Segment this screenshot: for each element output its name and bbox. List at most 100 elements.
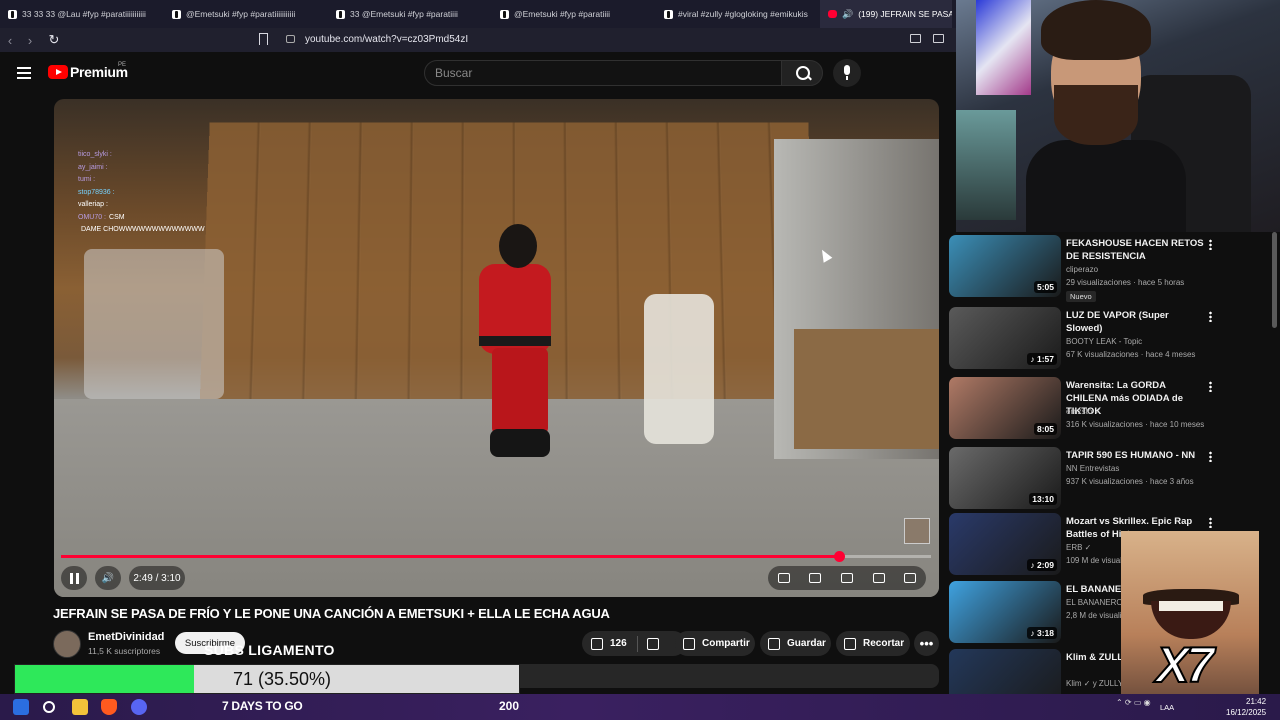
youtube-logo-icon[interactable] — [48, 65, 68, 79]
fullscreen-icon[interactable] — [904, 573, 916, 583]
youtube-header: Premium PE — [0, 52, 956, 96]
reload-icon[interactable]: ↻ — [44, 32, 64, 48]
save-label: Guardar — [787, 638, 826, 649]
browser-tab[interactable]: 33 33 33 @Lau #fyp #paratiiiiiiiiiii — [0, 0, 164, 28]
pause-button[interactable] — [61, 566, 87, 590]
recommendation-thumbnail[interactable]: 13:10 — [949, 447, 1061, 509]
share-icon — [683, 638, 695, 650]
browser-tab[interactable]: #viral #zully #glogloking #emikukis — [656, 0, 820, 28]
recommendation-item[interactable]: ♪ 1:57 LUZ DE VAPOR (Super Slowed) BOOTY L… — [949, 307, 1269, 371]
recommendation-channel[interactable]: cliperazo — [1066, 265, 1098, 274]
recommendation-meta: 29 visualizaciones · hace 5 horas — [1066, 278, 1184, 287]
recommendation-thumbnail[interactable]: 5:05 — [949, 235, 1061, 297]
browser-tab[interactable]: 33 @Emetsuki #fyp #paratiiii — [328, 0, 492, 28]
tiktok-icon — [664, 10, 673, 19]
screen: 33 33 33 @Lau #fyp #paratiiiiiiiiiii @Eme… — [0, 0, 1280, 720]
recommendation-channel[interactable]: ernzsto ✓ — [1066, 407, 1101, 416]
search-box — [424, 60, 782, 86]
recommendation-title[interactable]: FEKASHOUSE HACEN RETOS DE RESISTENCIA — [1066, 237, 1206, 263]
webcam-shelf — [956, 110, 1016, 220]
time-display: 2:49 / 3:10 — [129, 566, 185, 590]
more-actions-button[interactable]: ••• — [914, 631, 939, 656]
chat-username: valleriap : — [78, 201, 108, 208]
video-duration: ♪ 2:09 — [1027, 559, 1057, 571]
seek-bar-handle[interactable] — [834, 551, 845, 562]
thumbs-up-icon[interactable] — [591, 638, 603, 650]
subtitles-icon[interactable] — [809, 573, 821, 583]
browser-tab[interactable]: @Emetsuki #fyp #paratiiii — [492, 0, 656, 28]
more-options-icon[interactable] — [1209, 381, 1212, 392]
miniplayer-icon[interactable] — [873, 573, 885, 583]
browser-tab[interactable]: 🔊 (199) JEFRAIN SE PASA DE F — [820, 0, 952, 28]
bookmark-icon[interactable] — [259, 33, 268, 45]
share-button[interactable]: Compartir — [675, 631, 755, 656]
search-icon[interactable] — [781, 60, 823, 86]
channel-watermark[interactable] — [904, 518, 930, 544]
recommendation-title[interactable]: LUZ DE VAPOR (Super Slowed) — [1066, 309, 1206, 335]
keyboard-language[interactable]: LAA — [1160, 703, 1174, 712]
recommendation-channel[interactable]: ERB ✓ — [1066, 543, 1091, 552]
laughing-meme-overlay: X7 — [1121, 531, 1259, 704]
like-dislike-group: 126 — [582, 631, 686, 656]
file-explorer-icon[interactable] — [72, 699, 88, 715]
chat-message: tumi : — [78, 174, 205, 187]
thumbs-down-icon[interactable] — [647, 638, 659, 650]
recommendation-item[interactable]: 8:05 Warensita: La GORDA CHILENA más ODIA… — [949, 377, 1269, 441]
recommendation-channel[interactable]: BOOTY LEAK - Topic — [1066, 337, 1142, 346]
recommendation-channel[interactable]: NN Entrevistas — [1066, 464, 1119, 473]
tab-audio-icon[interactable]: 🔊 — [842, 9, 853, 20]
chat-username: OMU70 : — [78, 214, 106, 221]
tiktok-icon — [172, 10, 181, 19]
channel-avatar[interactable] — [53, 630, 81, 658]
video-duration: 5:05 — [1034, 281, 1057, 293]
person-head — [499, 224, 537, 268]
autoplay-toggle-icon[interactable] — [778, 573, 790, 583]
browser-nav-bar: ‹ › ↻ youtube.com/watch?v=cz03Pmd54zI — [0, 28, 956, 52]
recommendation-thumbnail[interactable]: ♪ 1:57 — [949, 307, 1061, 369]
forward-icon[interactable]: › — [20, 33, 40, 48]
share-page-icon[interactable] — [933, 34, 944, 43]
outlook-icon[interactable] — [13, 699, 29, 715]
clock-date: 16/12/2025 — [1226, 707, 1266, 718]
more-options-icon[interactable] — [1209, 311, 1212, 322]
recommendation-thumbnail[interactable]: ♪ 2:09 — [949, 513, 1061, 575]
subs-goal-label: SUBS LIGAMENTO — [204, 642, 335, 658]
search-input[interactable] — [425, 61, 781, 85]
brave-browser-icon[interactable] — [101, 699, 117, 715]
microphone-icon[interactable] — [833, 59, 861, 87]
taskbar-clock[interactable]: 21:42 16/12/2025 — [1226, 696, 1266, 718]
webcam-poster — [976, 0, 1031, 95]
system-tray-icons[interactable]: ⌃ ⟳ ▭ ◉ — [1116, 698, 1151, 707]
save-button[interactable]: Guardar — [760, 631, 831, 656]
settings-gear-icon[interactable] — [841, 573, 853, 583]
recommendation-item[interactable]: 5:05 FEKASHOUSE HACEN RETOS DE RESISTENCI… — [949, 235, 1269, 299]
more-options-icon[interactable] — [1209, 517, 1212, 528]
browser-tab[interactable]: @Emetsuki #fyp #paratiiiiiiiiiii — [164, 0, 328, 28]
seek-bar-played — [61, 555, 839, 558]
more-options-icon[interactable] — [1209, 451, 1212, 462]
video-player[interactable]: tiico_slyki : ay_jaimi : tumi : stop78936 :… — [54, 99, 939, 597]
discord-icon[interactable] — [131, 699, 147, 715]
more-options-icon[interactable] — [1209, 239, 1212, 250]
address-bar-url[interactable]: youtube.com/watch?v=cz03Pmd54zI — [305, 34, 468, 45]
recommendation-title[interactable]: TAPIR 590 ES HUMANO - NN — [1066, 449, 1206, 462]
cast-icon[interactable] — [910, 34, 921, 43]
seek-bar[interactable] — [61, 555, 931, 558]
volume-button[interactable]: 🔊 — [95, 566, 121, 590]
channel-name[interactable]: EmetDivinidad — [88, 631, 164, 643]
sidebar-scrollbar[interactable] — [1272, 232, 1277, 328]
recommendation-item[interactable]: 13:10 TAPIR 590 ES HUMANO - NN NN Entrevis… — [949, 447, 1269, 511]
search-taskbar-icon[interactable] — [43, 701, 55, 713]
video-frame-person — [444, 224, 564, 474]
site-info-icon[interactable] — [286, 35, 295, 43]
recommendation-thumbnail[interactable]: ♪ 3:18 — [949, 581, 1061, 643]
subs-goal-bar: 71 (35.50%) — [14, 664, 520, 694]
menu-icon[interactable] — [17, 67, 31, 79]
clip-button[interactable]: Recortar — [836, 631, 910, 656]
recommendation-thumbnail[interactable]: 8:05 — [949, 377, 1061, 439]
video-title: JEFRAIN SE PASA DE FRÍO Y LE PONE UNA CA… — [53, 606, 610, 621]
video-frame-chair — [644, 294, 714, 444]
like-count[interactable]: 126 — [610, 638, 627, 649]
recommendation-channel[interactable]: EL BANANERO — [1066, 598, 1123, 607]
back-icon[interactable]: ‹ — [0, 33, 20, 48]
